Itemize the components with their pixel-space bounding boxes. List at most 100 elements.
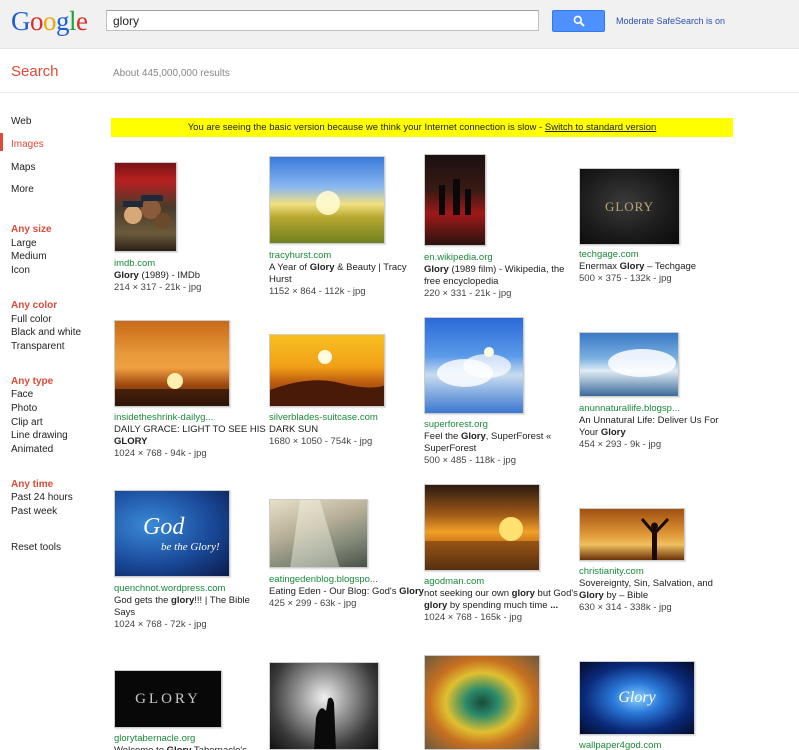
result-thumbnail[interactable] (269, 156, 385, 244)
result-thumbnail[interactable] (269, 334, 385, 407)
filter-type-face[interactable]: Face (11, 389, 33, 400)
reset-tools-link[interactable]: Reset tools (11, 542, 61, 553)
result-site[interactable]: imdb.com (114, 258, 269, 270)
nav-more[interactable]: More (11, 184, 34, 195)
result-thumbnail[interactable] (424, 484, 540, 571)
thumb-logo-text: Glory (618, 689, 656, 706)
sun-field-art (316, 191, 340, 215)
results-header: Search About 445,000,000 results (0, 49, 799, 93)
ocean-sunset-art (425, 517, 539, 570)
filter-type-clipart[interactable]: Clip art (11, 417, 43, 428)
title-text: but God's (534, 588, 578, 599)
result-thumbnail[interactable] (579, 332, 679, 397)
filter-type-linedrawing[interactable]: Line drawing (11, 430, 68, 441)
dark-sun-art (270, 350, 384, 406)
google-logo[interactable]: Google (11, 6, 88, 36)
hand-art (314, 697, 336, 749)
filter-type-head[interactable]: Any type (11, 376, 53, 387)
filter-size-icon[interactable]: Icon (11, 265, 30, 276)
switch-standard-link[interactable]: Switch to standard version (545, 122, 656, 133)
result-title[interactable]: An Unnatural Life: Deliver Us For Your G… (579, 415, 734, 439)
filter-color-full[interactable]: Full color (11, 314, 52, 325)
filter-size-head[interactable]: Any size (11, 224, 52, 235)
result-thumbnail[interactable] (114, 162, 177, 252)
filter-color-bw[interactable]: Black and white (11, 327, 81, 338)
result-title[interactable]: A Year of Glory & Beauty | Tracy Hurst (269, 262, 424, 286)
result-thumbnail[interactable]: GLORY (579, 168, 680, 245)
filter-size-large[interactable]: Large (11, 238, 37, 249)
result-thumbnail[interactable] (424, 317, 524, 414)
filter-time-head[interactable]: Any time (11, 479, 53, 490)
title-text: DAILY GRACE: LIGHT TO SEE HIS (114, 424, 266, 435)
result-thumbnail[interactable] (269, 499, 368, 568)
result-title[interactable]: Welcome to Glory Tabernacle's (114, 745, 269, 750)
result-title[interactable]: DAILY GRACE: LIGHT TO SEE HIS GLORY (114, 424, 269, 448)
result-site[interactable]: superforest.org (424, 419, 579, 431)
filter-color-head[interactable]: Any color (11, 300, 57, 311)
nav-maps[interactable]: Maps (11, 162, 35, 173)
result-title[interactable]: Feel the Glory, SuperForest « SuperFores… (424, 431, 579, 455)
title-highlight: Glory (460, 431, 486, 442)
thumb-logo-text: GLORY (604, 198, 655, 214)
title-highlight: Glory (114, 270, 139, 281)
result-thumbnail[interactable]: Glory (579, 661, 695, 735)
result-site[interactable]: quenchnot.wordpress.com (114, 583, 269, 595)
result-site[interactable]: wallpaper4god.com (579, 740, 734, 750)
result-site[interactable]: insidetheshrink-dailyg... (114, 412, 269, 424)
result-title[interactable]: Sovereignty, Sin, Salvation, and Glory b… (579, 578, 734, 602)
result-site[interactable]: christianity.com (579, 566, 734, 578)
result-title[interactable]: DARK SUN (269, 424, 424, 436)
filter-time-week[interactable]: Past week (11, 506, 57, 517)
safesearch-link[interactable]: Moderate SafeSearch is on (616, 16, 725, 26)
logo-letter: G (11, 6, 31, 36)
result-title[interactable]: Glory (1989) - IMDb (114, 270, 269, 282)
filter-type-animated[interactable]: Animated (11, 444, 53, 455)
result-title[interactable]: Glory (1989 film) - Wikipedia, the free … (424, 264, 579, 288)
title-text: not seeking our own (424, 588, 512, 599)
result-title[interactable]: not seeking our own glory but God's glor… (424, 588, 579, 612)
filter-type-photo[interactable]: Photo (11, 403, 37, 414)
result-title[interactable]: Enermax Glory – Techgage (579, 261, 734, 273)
result-thumbnail[interactable] (424, 655, 540, 750)
thumb-glory-text: be the Glory! (161, 541, 220, 553)
filter-color-transparent[interactable]: Transparent (11, 341, 65, 352)
result-thumbnail[interactable]: GLORY (114, 670, 222, 728)
result-site[interactable]: en.wikipedia.org (424, 252, 579, 264)
clouds-art (437, 347, 511, 387)
search-button[interactable] (552, 10, 605, 32)
title-text: Feel the (424, 431, 461, 442)
nav-images[interactable]: Images (11, 139, 44, 150)
search-input[interactable] (106, 10, 539, 31)
thumb-god-text: God (143, 514, 185, 540)
title-highlight: GLORY (114, 436, 148, 447)
result-thumbnail[interactable] (424, 154, 486, 246)
result-site[interactable]: techgage.com (579, 249, 734, 261)
result-site[interactable]: eatingedenblog.blogspo... (269, 574, 424, 586)
result-thumbnail[interactable] (114, 320, 230, 407)
result-dims: 425 × 299 - 63k - jpg (269, 598, 357, 609)
result-site[interactable]: silverblades-suitcase.com (269, 412, 424, 424)
result-title[interactable]: God gets the glory!!! | The Bible Says (114, 595, 269, 619)
title-text: Sovereignty, Sin, Salvation, and (579, 578, 713, 589)
result-thumbnail[interactable]: God be the Glory! (114, 490, 230, 577)
title-highlight: Glory (399, 586, 424, 597)
logo-letter: o (43, 6, 57, 36)
result-thumbnail[interactable] (579, 508, 685, 561)
result-site[interactable]: anunnaturallife.blogsp... (579, 403, 734, 415)
filter-size-medium[interactable]: Medium (11, 251, 47, 262)
nav-web[interactable]: Web (11, 116, 31, 127)
result-site[interactable]: glorytabernacle.org (114, 733, 269, 745)
title-text: by spending much time (447, 600, 551, 611)
result-thumbnail[interactable] (269, 662, 379, 750)
result-site[interactable]: tracyhurst.com (269, 250, 424, 262)
title-text: Eating Eden - Our Blog: God's (269, 586, 400, 597)
result-title[interactable]: Eating Eden - Our Blog: God's Glory (269, 586, 424, 598)
active-nav-indicator (0, 133, 3, 151)
result-dims: 220 × 331 - 21k - jpg (424, 288, 512, 299)
result-dims: 454 × 293 - 9k - jpg (579, 439, 662, 450)
basic-version-notice: You are seeing the basic version because… (111, 118, 733, 137)
title-highlight: Glory (167, 745, 192, 750)
title-text: by – Bible (603, 590, 649, 601)
filter-time-24h[interactable]: Past 24 hours (11, 492, 73, 503)
result-site[interactable]: agodman.com (424, 576, 579, 588)
